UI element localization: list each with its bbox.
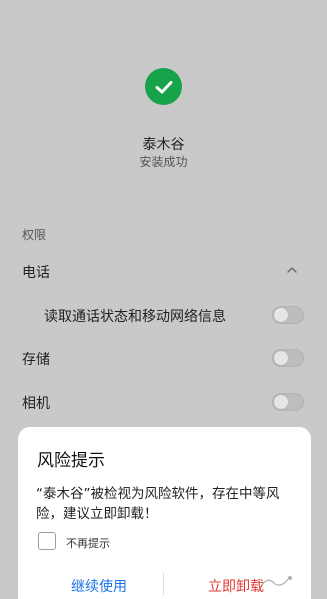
check-icon <box>155 80 172 93</box>
permission-phone-label[interactable]: 电话 <box>22 262 50 282</box>
permission-call-state-label: 读取通话状态和移动网络信息 <box>44 309 226 325</box>
toggle-knob <box>274 351 288 365</box>
dont-show-again-label[interactable]: 不再提示 <box>66 535 110 551</box>
camera-toggle[interactable] <box>272 393 304 411</box>
chevron-up-icon[interactable] <box>287 265 297 275</box>
permissions-section-title: 权限 <box>22 228 47 242</box>
button-divider <box>163 573 164 595</box>
app-name: 泰木谷 <box>142 137 185 153</box>
toggle-knob <box>274 308 288 322</box>
watermark-icon <box>261 576 292 586</box>
call-state-toggle[interactable] <box>272 306 304 324</box>
dialog-message: “泰木谷”被检视为风险软件，存在中等风险，建议立即卸载！ <box>36 486 280 522</box>
continue-using-button[interactable]: 继续使用 <box>42 576 156 596</box>
permission-camera-label: 相机 <box>22 396 50 412</box>
storage-toggle[interactable] <box>272 349 304 367</box>
permission-storage-label: 存储 <box>22 352 50 368</box>
dont-show-again-checkbox[interactable] <box>38 532 56 550</box>
dialog-title: 风险提示 <box>37 451 105 471</box>
install-status: 安装成功 <box>139 155 188 169</box>
success-check-icon <box>145 68 182 105</box>
toggle-knob <box>274 395 288 409</box>
